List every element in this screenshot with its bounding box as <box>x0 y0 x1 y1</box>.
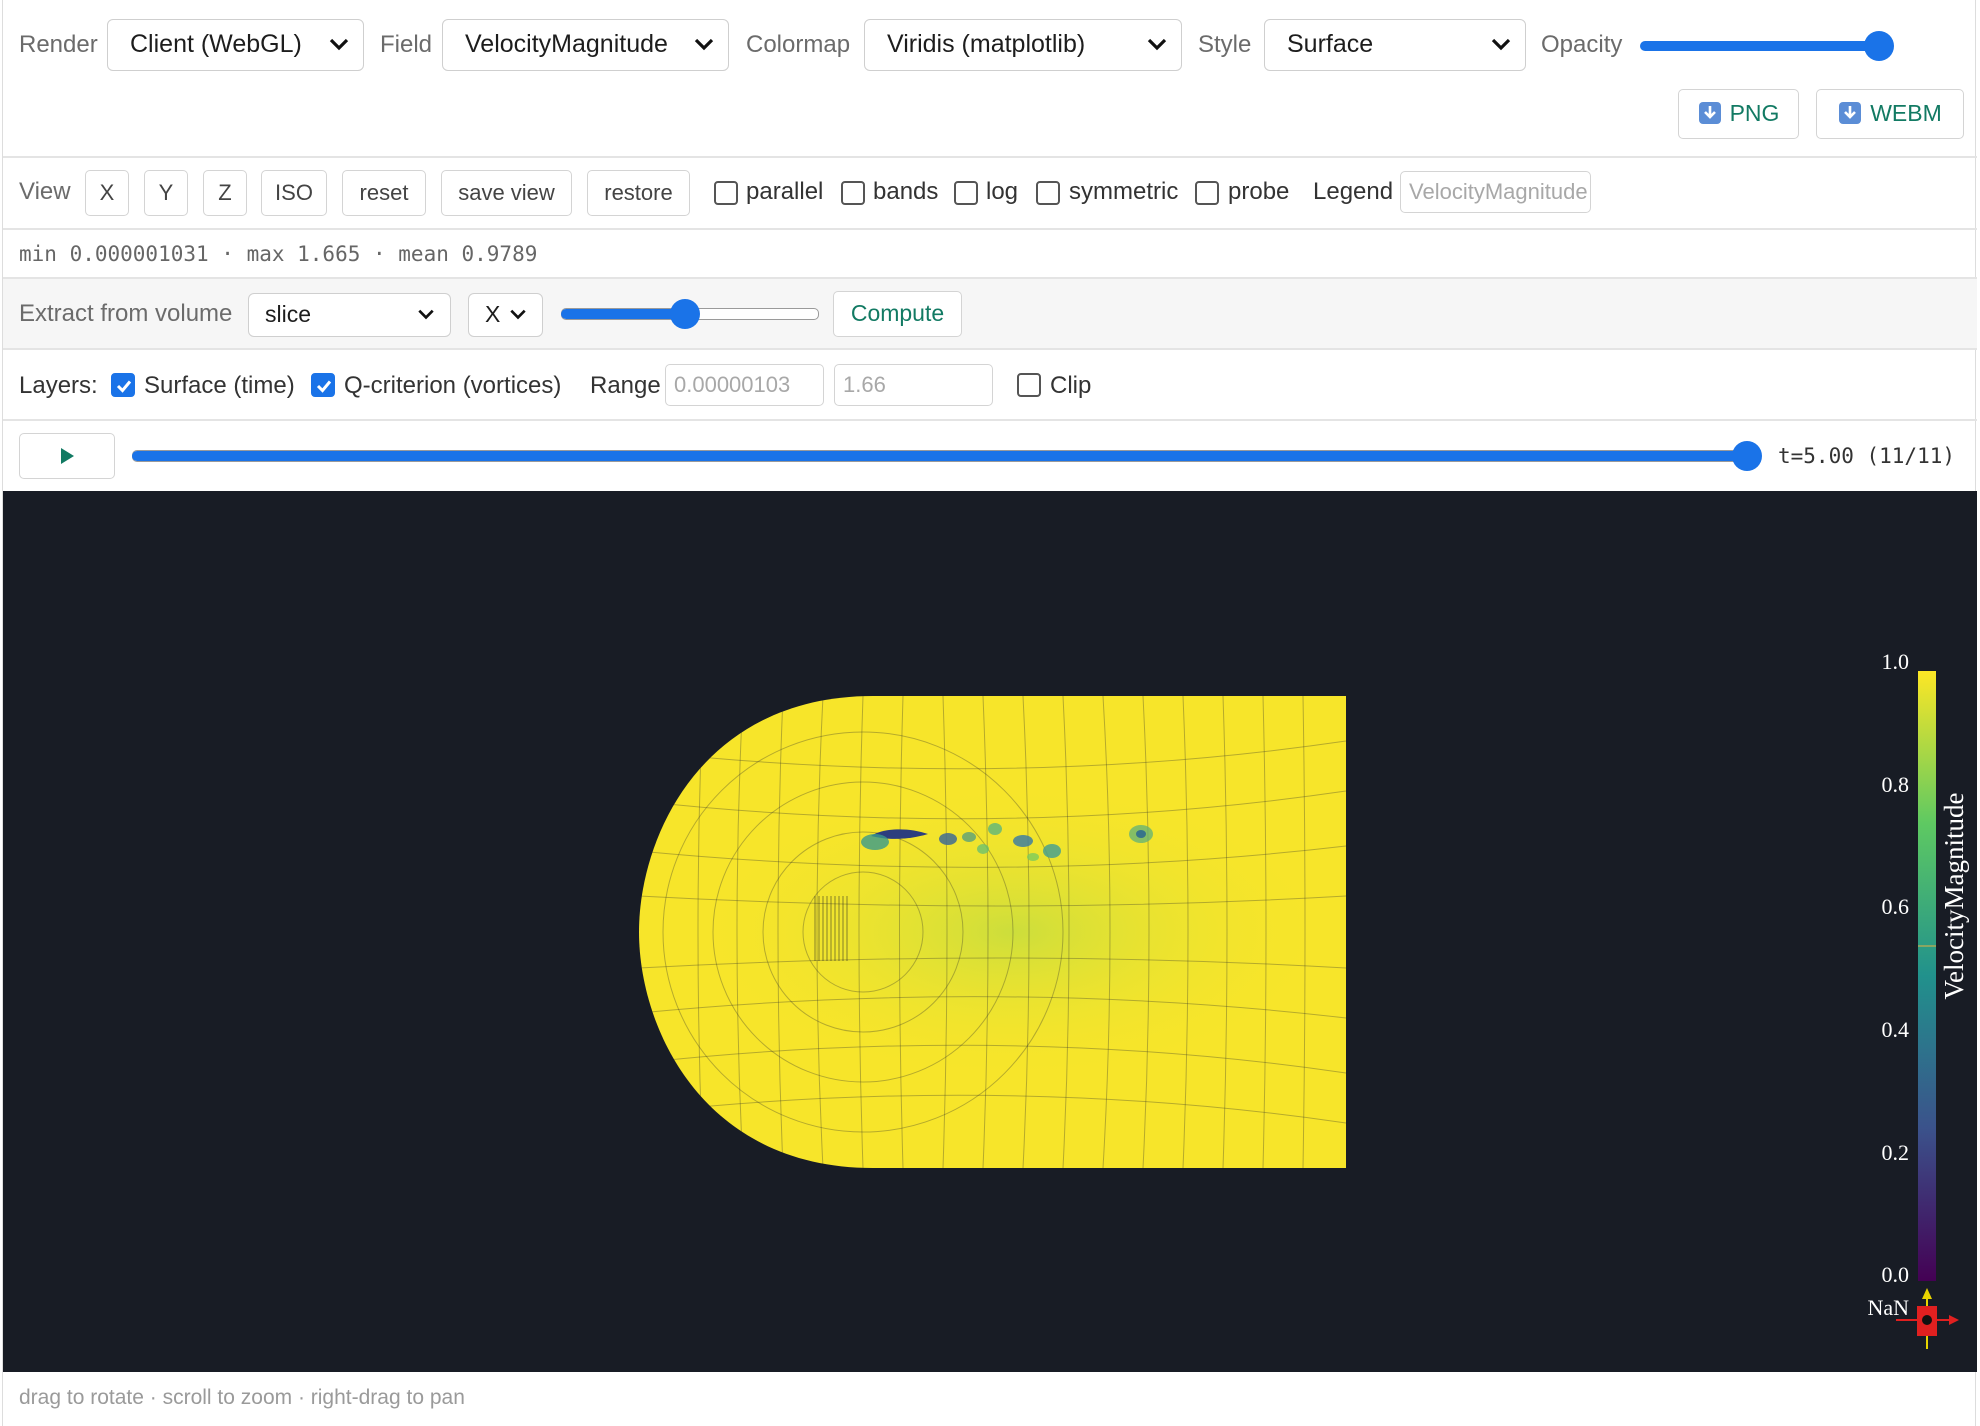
view-y-button[interactable]: Y <box>144 170 188 216</box>
app-frame: Render Client (WebGL) Field VelocityMagn… <box>2 0 1977 1426</box>
save-view-button[interactable]: save view <box>441 170 572 216</box>
opacity-slider[interactable] <box>1640 31 1894 61</box>
download-webm-label: WEBM <box>1870 100 1942 126</box>
mesh-render: 1.0 0.8 0.6 0.4 0.2 0.0 NaN VelocityMagn… <box>639 649 1969 1349</box>
render-label: Render <box>19 31 98 58</box>
q-criterion-layer-label: Q-criterion (vortices) <box>344 372 562 399</box>
field-stats: min 0.000001031 · max 1.665 · mean 0.978… <box>19 242 538 266</box>
extract-axis-select[interactable]: X <box>468 293 543 337</box>
scalar-bar-tick: 0.6 <box>1882 894 1910 919</box>
symmetric-checkbox[interactable] <box>1036 181 1060 205</box>
compute-button[interactable]: Compute <box>833 291 962 337</box>
chevron-down-icon <box>694 38 714 51</box>
view-x-button[interactable]: X <box>85 170 129 216</box>
scalar-bar-tick: 0.0 <box>1882 1262 1910 1287</box>
render-viewport[interactable]: 1.0 0.8 0.6 0.4 0.2 0.0 NaN VelocityMagn… <box>3 491 1977 1372</box>
chevron-down-icon <box>1491 38 1511 51</box>
timeline-slider[interactable] <box>132 441 1762 471</box>
scalar-bar-tick: 1.0 <box>1882 649 1910 674</box>
restore-view-button[interactable]: restore <box>587 170 690 216</box>
scalar-bar-tick: 0.8 <box>1882 772 1910 797</box>
timeline-fill <box>132 451 1747 461</box>
extract-slider-fill <box>561 309 685 319</box>
legend-label: Legend <box>1313 178 1394 205</box>
parallel-checkbox[interactable] <box>714 181 738 205</box>
stats-bar: min 0.000001031 · max 1.665 · mean 0.978… <box>3 230 1977 279</box>
view-toolbar: View X Y Z ISO reset save view restore p… <box>3 158 1977 230</box>
clip-label: Clip <box>1050 372 1092 399</box>
surface-layer-checkbox[interactable] <box>111 373 135 397</box>
log-checkbox[interactable] <box>954 181 978 205</box>
view-reset-button[interactable]: reset <box>342 170 426 216</box>
timeline-bar: t=5.00 (11/11) <box>3 421 1977 491</box>
bands-checkbox[interactable] <box>841 181 865 205</box>
download-icon <box>1839 102 1862 124</box>
render-select-value: Client (WebGL) <box>130 30 302 58</box>
scalar-bar-nan-label: NaN <box>1867 1295 1909 1320</box>
play-icon <box>61 448 74 464</box>
style-label: Style <box>1198 31 1252 58</box>
colormap-label: Colormap <box>746 31 851 58</box>
view-z-button[interactable]: Z <box>203 170 247 216</box>
view-iso-button[interactable]: ISO <box>261 170 327 216</box>
download-webm-button[interactable]: WEBM <box>1816 89 1964 139</box>
q-criterion-layer-checkbox[interactable] <box>311 373 335 397</box>
surface-layer-label: Surface (time) <box>144 372 295 399</box>
log-label: log <box>986 178 1019 205</box>
interaction-hint: drag to rotate · scroll to zoom · right-… <box>19 1386 465 1409</box>
legend-input[interactable]: VelocityMagnitude <box>1400 171 1591 213</box>
scalar-bar: 1.0 0.8 0.6 0.4 0.2 0.0 NaN VelocityMagn… <box>1867 649 1969 1320</box>
extract-toolbar: Extract from volume slice X Compute <box>3 279 1977 350</box>
extract-mode-select[interactable]: slice <box>248 293 451 337</box>
style-select-value: Surface <box>1287 30 1374 58</box>
range-max-input[interactable]: 1.66 <box>834 364 993 406</box>
checkmark-icon <box>116 380 132 393</box>
time-readout: t=5.00 (11/11) <box>1778 444 1956 468</box>
extract-label: Extract from volume <box>19 300 233 327</box>
extract-position-slider[interactable] <box>561 299 819 329</box>
opacity-slider-thumb[interactable] <box>1864 31 1894 61</box>
download-png-button[interactable]: PNG <box>1678 89 1799 139</box>
extract-slider-thumb[interactable] <box>670 299 700 329</box>
extract-axis-value: X <box>485 301 501 327</box>
checkmark-icon <box>316 380 332 393</box>
layers-label: Layers: <box>19 372 98 399</box>
timeline-thumb[interactable] <box>1732 441 1762 471</box>
opacity-label: Opacity <box>1541 31 1623 58</box>
field-label: Field <box>380 31 433 58</box>
chevron-down-icon <box>418 309 434 320</box>
render-toolbar: Render Client (WebGL) Field VelocityMagn… <box>3 0 1977 158</box>
layers-toolbar: Layers: Surface (time) Q-criterion (vort… <box>3 350 1977 421</box>
play-button[interactable] <box>19 433 115 479</box>
symmetric-label: symmetric <box>1069 178 1179 205</box>
scalar-bar-tick: 0.4 <box>1882 1017 1910 1042</box>
style-select[interactable]: Surface <box>1264 19 1526 71</box>
field-select-value: VelocityMagnitude <box>465 30 668 58</box>
colormap-select-value: Viridis (matplotlib) <box>887 30 1086 58</box>
extract-mode-value: slice <box>265 301 312 327</box>
bands-label: bands <box>873 178 939 205</box>
chevron-down-icon <box>329 38 349 51</box>
opacity-slider-track <box>1640 41 1884 51</box>
scalar-bar-title: VelocityMagnitude <box>1939 793 1969 1000</box>
range-label: Range <box>590 372 661 399</box>
flow-domain-mesh <box>639 696 1346 1168</box>
chevron-down-icon <box>510 309 526 320</box>
probe-label: probe <box>1228 178 1290 205</box>
view-label: View <box>19 178 71 205</box>
colormap-select[interactable]: Viridis (matplotlib) <box>864 19 1182 71</box>
clip-checkbox[interactable] <box>1017 373 1041 397</box>
range-min-input[interactable]: 0.00000103 <box>665 364 824 406</box>
parallel-label: parallel <box>746 178 824 205</box>
probe-checkbox[interactable] <box>1195 181 1219 205</box>
chevron-down-icon <box>1147 38 1167 51</box>
field-select[interactable]: VelocityMagnitude <box>442 19 729 71</box>
scalar-bar-tick: 0.2 <box>1882 1140 1910 1165</box>
download-png-label: PNG <box>1729 100 1780 126</box>
download-icon <box>1698 102 1721 124</box>
render-select[interactable]: Client (WebGL) <box>107 19 364 71</box>
